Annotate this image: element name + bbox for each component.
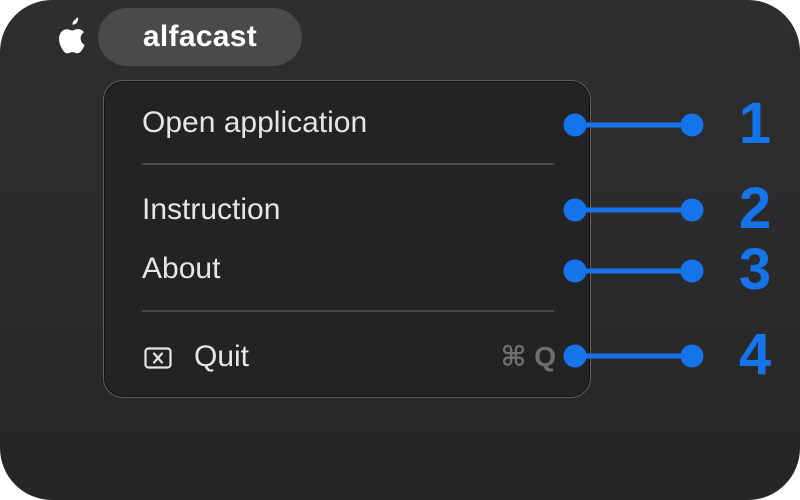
callout-dot-start-4 <box>563 344 587 368</box>
callout-dot-start-3 <box>563 259 587 283</box>
callout-dot-start-1 <box>563 113 587 137</box>
callout-dot-end-1 <box>680 113 704 137</box>
callout-dot-end-4 <box>680 344 704 368</box>
callout-dot-end-3 <box>680 259 704 283</box>
callout-lines <box>563 113 704 368</box>
callout-number-4: 4 <box>738 322 772 387</box>
callout-dot-start-2 <box>563 198 587 222</box>
callout-number-2: 2 <box>738 176 772 241</box>
callout-number-3: 3 <box>738 237 772 302</box>
callout-number-1: 1 <box>738 91 772 156</box>
callout-dot-end-2 <box>680 198 704 222</box>
menubar-window: alfacast Open application Instruction Ab… <box>0 0 800 500</box>
